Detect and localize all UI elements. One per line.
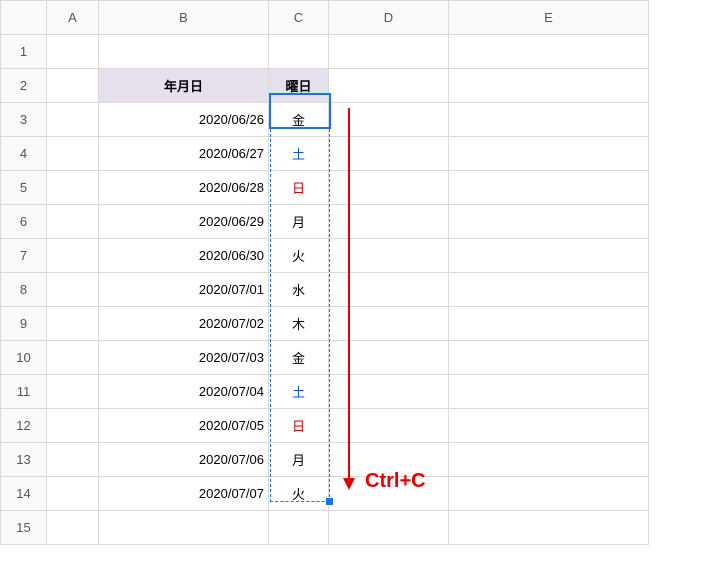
cell-A6[interactable]	[47, 205, 99, 239]
cell-E8[interactable]	[449, 273, 649, 307]
cell-E10[interactable]	[449, 341, 649, 375]
cell-B1[interactable]	[99, 35, 269, 69]
cell-D10[interactable]	[329, 341, 449, 375]
cell-D6[interactable]	[329, 205, 449, 239]
cell-C9[interactable]: 木	[269, 307, 329, 341]
cell-B3[interactable]: 2020/06/26	[99, 103, 269, 137]
cell-D15[interactable]	[329, 511, 449, 545]
cell-B15[interactable]	[99, 511, 269, 545]
row-header-3[interactable]: 3	[1, 103, 47, 137]
cell-A9[interactable]	[47, 307, 99, 341]
cell-B2[interactable]: 年月日	[99, 69, 269, 103]
cell-B5[interactable]: 2020/06/28	[99, 171, 269, 205]
cell-C2[interactable]: 曜日	[269, 69, 329, 103]
cell-D3[interactable]	[329, 103, 449, 137]
cell-E14[interactable]	[449, 477, 649, 511]
cell-D2[interactable]	[329, 69, 449, 103]
cell-A14[interactable]	[47, 477, 99, 511]
row-header-11[interactable]: 11	[1, 375, 47, 409]
cell-E3[interactable]	[449, 103, 649, 137]
cell-E13[interactable]	[449, 443, 649, 477]
cell-D7[interactable]	[329, 239, 449, 273]
cell-C3[interactable]: 金	[269, 103, 329, 137]
cell-D11[interactable]	[329, 375, 449, 409]
row-header-8[interactable]: 8	[1, 273, 47, 307]
cell-A4[interactable]	[47, 137, 99, 171]
cell-A2[interactable]	[47, 69, 99, 103]
cell-E7[interactable]	[449, 239, 649, 273]
col-header-E[interactable]: E	[449, 1, 649, 35]
cell-A13[interactable]	[47, 443, 99, 477]
cell-C5[interactable]: 日	[269, 171, 329, 205]
cell-A8[interactable]	[47, 273, 99, 307]
cell-B9[interactable]: 2020/07/02	[99, 307, 269, 341]
annotation-label: Ctrl+C	[365, 470, 426, 493]
row-header-1[interactable]: 1	[1, 35, 47, 69]
cell-C14[interactable]: 火	[269, 477, 329, 511]
cell-E1[interactable]	[449, 35, 649, 69]
cell-B8[interactable]: 2020/07/01	[99, 273, 269, 307]
row-header-13[interactable]: 13	[1, 443, 47, 477]
cell-C15[interactable]	[269, 511, 329, 545]
cell-C7[interactable]: 火	[269, 239, 329, 273]
cell-A1[interactable]	[47, 35, 99, 69]
select-all-corner[interactable]	[1, 1, 47, 35]
cell-A10[interactable]	[47, 341, 99, 375]
cell-A5[interactable]	[47, 171, 99, 205]
cell-C12[interactable]: 日	[269, 409, 329, 443]
cell-B11[interactable]: 2020/07/04	[99, 375, 269, 409]
cell-A7[interactable]	[47, 239, 99, 273]
row-header-9[interactable]: 9	[1, 307, 47, 341]
row-header-6[interactable]: 6	[1, 205, 47, 239]
cell-D12[interactable]	[329, 409, 449, 443]
cell-E4[interactable]	[449, 137, 649, 171]
col-header-A[interactable]: A	[47, 1, 99, 35]
cell-E15[interactable]	[449, 511, 649, 545]
cell-B12[interactable]: 2020/07/05	[99, 409, 269, 443]
cell-C6[interactable]: 月	[269, 205, 329, 239]
cell-C1[interactable]	[269, 35, 329, 69]
col-header-C[interactable]: C	[269, 1, 329, 35]
row-header-15[interactable]: 15	[1, 511, 47, 545]
row-header-14[interactable]: 14	[1, 477, 47, 511]
annotation-arrow-head-icon	[343, 478, 355, 490]
cell-C11[interactable]: 土	[269, 375, 329, 409]
row-header-10[interactable]: 10	[1, 341, 47, 375]
row-header-12[interactable]: 12	[1, 409, 47, 443]
cell-A15[interactable]	[47, 511, 99, 545]
cell-B7[interactable]: 2020/06/30	[99, 239, 269, 273]
cell-D5[interactable]	[329, 171, 449, 205]
spreadsheet-grid[interactable]: A B C D E 1 2 年月日 曜日 3 2020/06/26 金 4 20…	[0, 0, 649, 545]
cell-D9[interactable]	[329, 307, 449, 341]
annotation-arrow-line	[348, 108, 350, 480]
cell-E11[interactable]	[449, 375, 649, 409]
row-header-5[interactable]: 5	[1, 171, 47, 205]
cell-E2[interactable]	[449, 69, 649, 103]
col-header-D[interactable]: D	[329, 1, 449, 35]
cell-B13[interactable]: 2020/07/06	[99, 443, 269, 477]
cell-A3[interactable]	[47, 103, 99, 137]
col-header-B[interactable]: B	[99, 1, 269, 35]
cell-E6[interactable]	[449, 205, 649, 239]
cell-C10[interactable]: 金	[269, 341, 329, 375]
cell-C8[interactable]: 水	[269, 273, 329, 307]
cell-D8[interactable]	[329, 273, 449, 307]
cell-A11[interactable]	[47, 375, 99, 409]
cell-E9[interactable]	[449, 307, 649, 341]
row-header-7[interactable]: 7	[1, 239, 47, 273]
cell-B10[interactable]: 2020/07/03	[99, 341, 269, 375]
row-header-4[interactable]: 4	[1, 137, 47, 171]
row-header-2[interactable]: 2	[1, 69, 47, 103]
cell-C13[interactable]: 月	[269, 443, 329, 477]
cell-E5[interactable]	[449, 171, 649, 205]
cell-B4[interactable]: 2020/06/27	[99, 137, 269, 171]
cell-C4[interactable]: 土	[269, 137, 329, 171]
cell-D1[interactable]	[329, 35, 449, 69]
cell-E12[interactable]	[449, 409, 649, 443]
cell-B14[interactable]: 2020/07/07	[99, 477, 269, 511]
cell-D4[interactable]	[329, 137, 449, 171]
cell-A12[interactable]	[47, 409, 99, 443]
cell-B6[interactable]: 2020/06/29	[99, 205, 269, 239]
